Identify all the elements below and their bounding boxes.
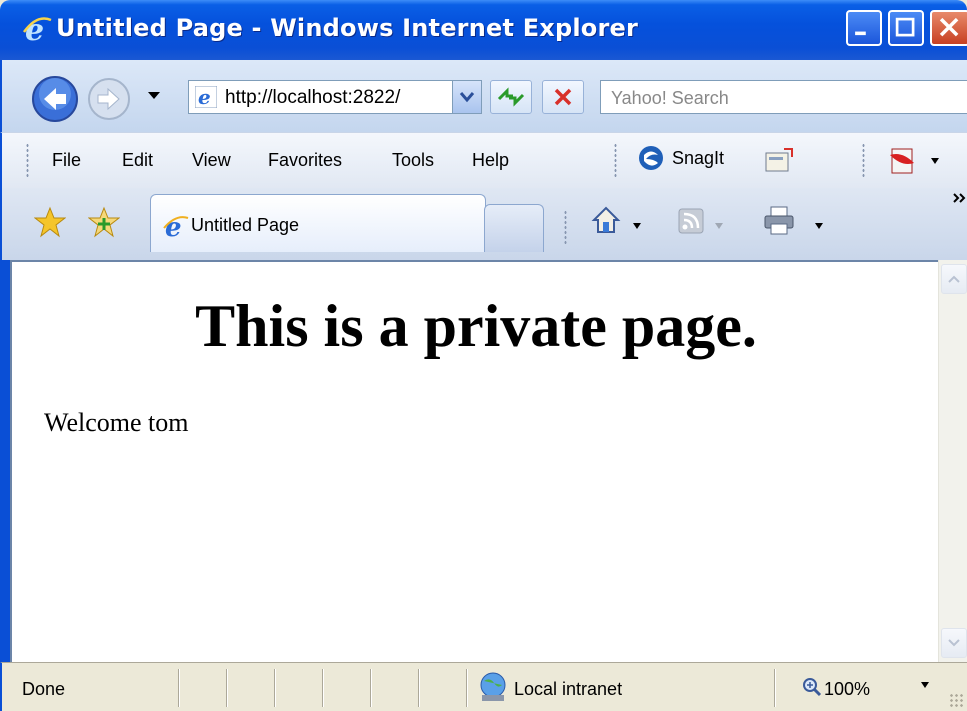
status-separator	[418, 669, 420, 707]
refresh-button[interactable]	[490, 80, 532, 114]
window-frame-left	[0, 260, 10, 662]
menu-bar: File Edit View Favorites Tools Help Snag…	[0, 132, 967, 188]
snagit-button[interactable]: SnagIt	[638, 145, 724, 171]
status-separator	[370, 669, 372, 707]
back-arrow-icon[interactable]	[30, 74, 80, 124]
zoom-icon[interactable]	[802, 677, 822, 697]
menu-tools[interactable]: Tools	[392, 150, 434, 171]
page-heading: This is a private page.	[195, 293, 757, 359]
add-favorites-icon[interactable]	[88, 206, 120, 238]
status-bar: Done Local intranet 100%	[0, 662, 967, 711]
status-separator	[226, 669, 228, 707]
print-icon[interactable]	[762, 204, 796, 236]
forward-arrow-icon[interactable]	[86, 76, 132, 122]
chevron-down-icon	[948, 639, 960, 647]
zoom-level[interactable]: 100%	[824, 679, 870, 700]
toolbar-grip[interactable]	[614, 143, 617, 177]
menu-favorites[interactable]: Favorites	[268, 150, 342, 171]
page-ie-icon: e	[195, 86, 217, 108]
address-dropdown[interactable]	[452, 81, 481, 113]
svg-text:e: e	[198, 86, 211, 108]
ie-icon: e	[163, 213, 189, 239]
new-tab-button[interactable]	[484, 204, 544, 252]
home-dropdown-icon[interactable]	[632, 222, 642, 230]
toolbar-grip[interactable]	[564, 210, 567, 244]
status-separator	[178, 669, 180, 707]
close-icon	[939, 17, 959, 37]
status-separator	[322, 669, 324, 707]
more-tools-chevron-icon[interactable]	[952, 190, 967, 206]
favorites-star-icon[interactable]	[34, 206, 66, 238]
vertical-scrollbar[interactable]	[938, 260, 967, 662]
address-url[interactable]: http://localhost:2822/	[225, 87, 441, 109]
tab-bar: e Untitled Page	[0, 188, 967, 260]
pdf-dropdown-icon[interactable]	[930, 157, 940, 165]
status-text: Done	[22, 679, 66, 699]
status-separator	[466, 669, 468, 707]
pdf-icon[interactable]	[886, 145, 918, 175]
close-button[interactable]	[930, 10, 967, 46]
feed-dropdown-icon[interactable]	[714, 222, 724, 230]
maximize-icon	[895, 17, 915, 37]
stop-button[interactable]	[542, 80, 584, 114]
toolbar-grip[interactable]	[862, 143, 865, 177]
welcome-text: Welcome tom	[44, 408, 189, 437]
page-content: This is a private page. Welcome tom	[10, 260, 938, 662]
menu-edit[interactable]: Edit	[122, 150, 153, 171]
recent-pages-dropdown-icon[interactable]	[147, 90, 161, 100]
snagit-label: SnagIt	[672, 147, 725, 168]
feed-icon[interactable]	[678, 208, 704, 234]
ie-icon: e	[22, 14, 52, 44]
menu-help[interactable]: Help	[472, 150, 509, 171]
maximize-button[interactable]	[888, 10, 924, 46]
search-input[interactable]	[609, 87, 953, 110]
snagit-icon	[639, 146, 663, 170]
minimize-button[interactable]	[846, 10, 882, 46]
status-separator	[774, 669, 776, 707]
scroll-up-button[interactable]	[941, 264, 967, 294]
chevron-down-icon	[459, 92, 475, 103]
address-toolbar: e http://localhost:2822/	[0, 60, 967, 132]
address-bar[interactable]: e http://localhost:2822/	[188, 80, 482, 114]
minimize-icon	[855, 31, 866, 36]
menu-view[interactable]: View	[192, 150, 231, 171]
stop-icon	[554, 88, 572, 106]
toolbar-grip[interactable]	[26, 143, 29, 177]
menu-file[interactable]: File	[52, 150, 81, 171]
scroll-down-button[interactable]	[941, 628, 967, 658]
status-separator	[274, 669, 276, 707]
zoom-dropdown-icon[interactable]	[920, 681, 930, 689]
search-box[interactable]	[600, 80, 967, 114]
chevron-up-icon	[948, 275, 960, 283]
security-zone-label[interactable]: Local intranet	[514, 679, 622, 700]
print-dropdown-icon[interactable]	[814, 222, 824, 230]
window-title: Untitled Page - Windows Internet Explore…	[56, 14, 639, 42]
intranet-globe-icon	[480, 672, 506, 701]
refresh-icon	[497, 87, 525, 107]
snagit-capture-icon[interactable]	[764, 147, 794, 173]
tab-label: Untitled Page	[191, 215, 300, 235]
resize-grip[interactable]	[949, 693, 963, 707]
title-bar[interactable]: e Untitled Page - Windows Internet Explo…	[0, 0, 967, 60]
home-icon[interactable]	[590, 204, 622, 236]
tab-untitled-page[interactable]: e Untitled Page	[150, 194, 486, 252]
